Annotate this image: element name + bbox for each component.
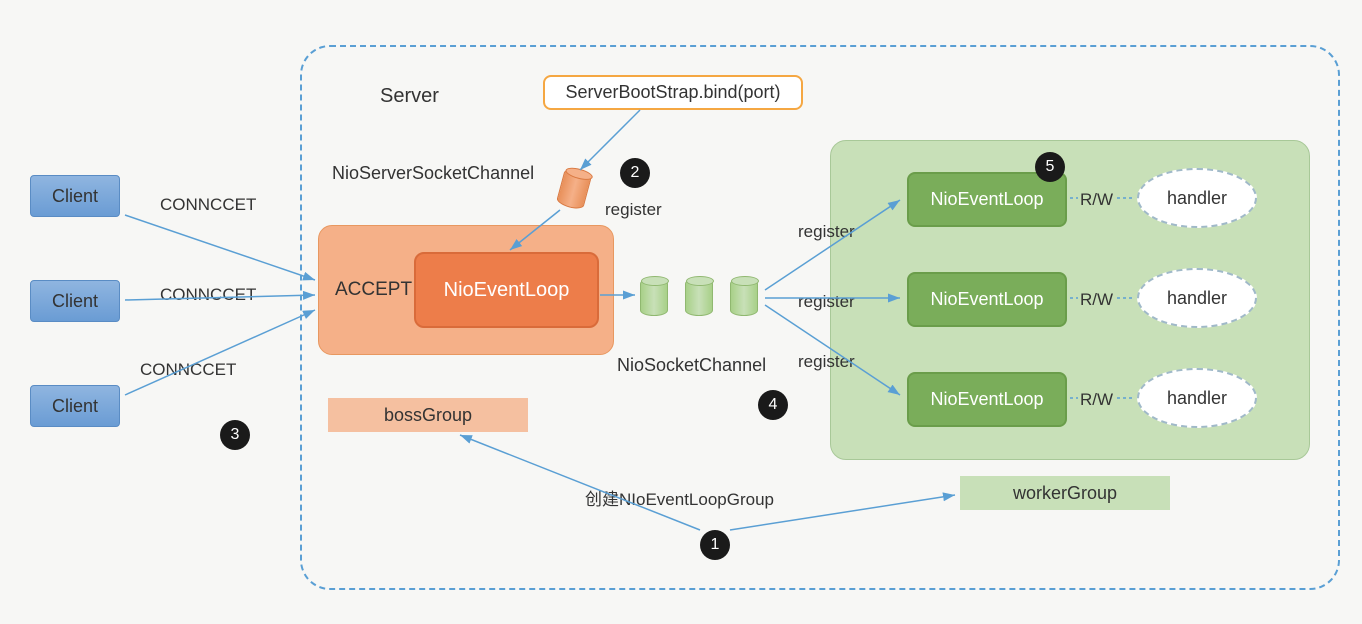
step-badge-3: 3 [220, 420, 250, 450]
register-label-1: register [798, 222, 855, 242]
handler-ellipse-1: handler [1137, 168, 1257, 228]
rw-label-3: R/W [1080, 390, 1113, 410]
connect-label-1: CONNCCET [160, 195, 256, 215]
client-box-3: Client [30, 385, 120, 427]
cylinder-green-icon-2 [685, 278, 713, 316]
rw-label-2: R/W [1080, 290, 1113, 310]
create-nioeventloopgroup-label: 创建NIoEventLoopGroup [585, 485, 774, 510]
worker-nioeventloop-3: NioEventLoop [907, 372, 1067, 427]
step-badge-5: 5 [1035, 152, 1065, 182]
connect-label-3: CONNCCET [140, 360, 236, 380]
register-label-top: register [605, 200, 662, 220]
nio-socket-channel-label: NioSocketChannel [617, 355, 766, 376]
handler-ellipse-2: handler [1137, 268, 1257, 328]
handler-ellipse-3: handler [1137, 368, 1257, 428]
register-label-3: register [798, 352, 855, 372]
cylinder-green-icon-3 [730, 278, 758, 316]
boss-nioeventloop-box: NioEventLoop [414, 252, 599, 328]
workergroup-box: workerGroup [960, 476, 1170, 510]
step-badge-1: 1 [700, 530, 730, 560]
server-label: Server [380, 85, 439, 108]
client-box-1: Client [30, 175, 120, 217]
register-label-2: register [798, 292, 855, 312]
serverbootstrap-box: ServerBootStrap.bind(port) [543, 75, 803, 110]
nio-server-socket-channel-label: NioServerSocketChannel [332, 163, 534, 184]
step-badge-2: 2 [620, 158, 650, 188]
step-badge-4: 4 [758, 390, 788, 420]
worker-nioeventloop-2: NioEventLoop [907, 272, 1067, 327]
cylinder-green-icon-1 [640, 278, 668, 316]
client-box-2: Client [30, 280, 120, 322]
bossgroup-box: bossGroup [328, 398, 528, 432]
connect-label-2: CONNCCET [160, 285, 256, 305]
accept-label: ACCEPT [335, 279, 412, 301]
rw-label-1: R/W [1080, 190, 1113, 210]
